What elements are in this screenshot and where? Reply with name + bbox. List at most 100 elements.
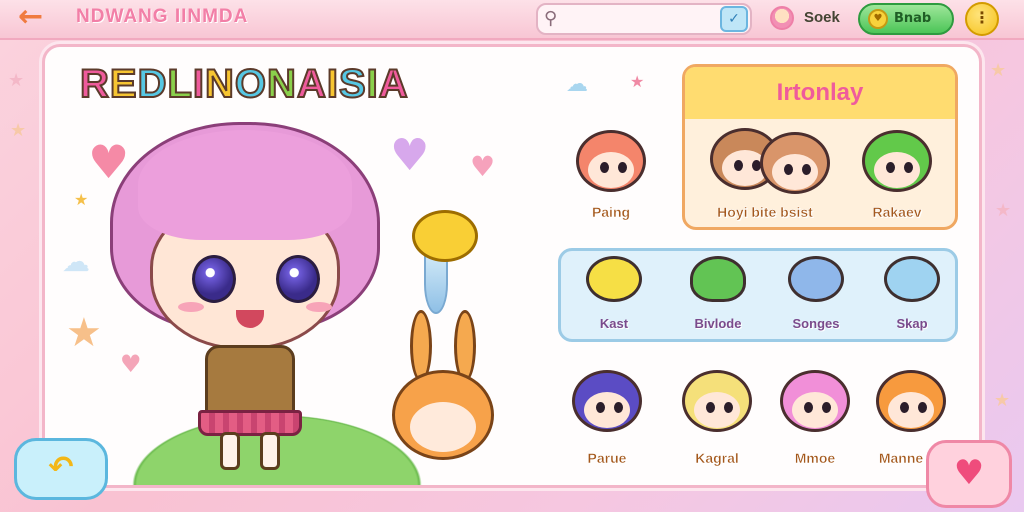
character-label: Rakaev xyxy=(872,204,922,220)
heart-icon: ♥ xyxy=(953,453,985,493)
character-card-paing[interactable] xyxy=(566,122,656,204)
pet-label: Bivlode xyxy=(694,316,742,331)
pet-label: Skap xyxy=(896,316,928,331)
character-card-parue[interactable] xyxy=(562,362,652,444)
character-eye xyxy=(724,402,733,413)
pet-label: Songes xyxy=(792,316,840,331)
character-eye xyxy=(276,255,320,303)
pet-skap[interactable] xyxy=(872,250,952,310)
coin-label: Bnab xyxy=(894,11,932,26)
favorites-card-title: Irtonlay xyxy=(776,79,864,106)
character-face xyxy=(588,152,634,188)
character-eye xyxy=(804,402,813,413)
pet-kast[interactable] xyxy=(574,250,654,310)
character-card-rakaev[interactable] xyxy=(852,122,942,204)
pet-label: Kast xyxy=(599,316,629,331)
character-face xyxy=(874,152,920,188)
ghost-head xyxy=(412,210,478,262)
title-letter: I xyxy=(366,61,379,107)
character-eye xyxy=(822,402,831,413)
character-eye xyxy=(596,402,605,413)
coin-button[interactable]: ♥ Bnab xyxy=(858,3,954,35)
ghost-pet[interactable] xyxy=(412,210,478,320)
character-face xyxy=(792,392,838,428)
character-blush xyxy=(306,302,332,312)
return-button[interactable]: ↶ xyxy=(14,438,108,500)
bunny-pet[interactable] xyxy=(388,310,498,470)
pet-bivlode[interactable] xyxy=(678,250,758,310)
character-label: Hoyi bite bsist xyxy=(717,204,813,220)
cloud-icon: ☁ xyxy=(62,245,90,278)
search-input[interactable] xyxy=(568,8,718,30)
character-face xyxy=(694,392,740,428)
title-letter: I xyxy=(192,61,206,107)
star-icon: ★ xyxy=(10,120,27,141)
character-eye xyxy=(614,402,623,413)
title-letter: N xyxy=(266,61,297,107)
title-letter: S xyxy=(338,61,367,107)
character-label: Kagral xyxy=(695,450,739,466)
star-icon: ★ xyxy=(990,60,1007,81)
character-card-mmoe[interactable] xyxy=(770,362,860,444)
title-letter: E xyxy=(109,61,138,107)
title-letter: L xyxy=(166,61,193,107)
character-eye xyxy=(784,164,793,175)
character-eye xyxy=(600,162,609,173)
avatar xyxy=(770,6,794,30)
app-title: NDWANG IINMDA xyxy=(76,6,249,27)
character-eye xyxy=(886,162,895,173)
character-face xyxy=(888,392,934,428)
pet-body xyxy=(788,256,844,302)
menu-button[interactable]: ⋮ xyxy=(965,2,999,36)
bunny-face xyxy=(410,402,476,452)
heart-icon: ♥ xyxy=(390,130,430,181)
return-arrow-icon: ↶ xyxy=(48,450,74,485)
title-letter: I xyxy=(326,61,339,107)
star-icon: ★ xyxy=(994,390,1011,411)
character-eye xyxy=(900,402,909,413)
coin-icon: ♥ xyxy=(868,9,888,29)
back-arrow-icon[interactable]: ← xyxy=(18,2,58,33)
character-card-kagral[interactable] xyxy=(672,362,762,444)
star-icon: ★ xyxy=(8,70,25,91)
star-icon: ★ xyxy=(74,190,89,209)
ghost-tail xyxy=(424,254,448,314)
character-eye xyxy=(706,402,715,413)
page-title: REDLINONAISIA xyxy=(79,61,409,107)
search-submit-button[interactable]: ✓ xyxy=(720,6,748,32)
character-eye xyxy=(734,160,743,171)
pet-body xyxy=(690,256,746,302)
title-letter: A xyxy=(296,61,327,107)
character-label: Paing xyxy=(591,204,631,220)
character-card-manne[interactable] xyxy=(866,362,956,444)
pet-songes[interactable] xyxy=(776,250,856,310)
star-icon: ★ xyxy=(995,200,1012,221)
character-face xyxy=(584,392,630,428)
search-icon: ⚲ xyxy=(544,8,558,29)
character-eye xyxy=(192,255,236,303)
title-letter: R xyxy=(79,61,110,107)
character-label: Parue xyxy=(587,450,627,466)
top-bar: ← NDWANG IINMDA ⚲ ✓ Soek ♥ Bnab ⋮ xyxy=(0,0,1024,40)
title-letter: A xyxy=(378,61,409,107)
character-eye xyxy=(918,402,927,413)
heart-icon: ♥ xyxy=(470,150,496,183)
favorite-button[interactable]: ♥ xyxy=(926,440,1012,508)
character-eye xyxy=(618,162,627,173)
user-name: Soek xyxy=(804,9,840,26)
character-face xyxy=(772,154,818,190)
star-icon: ★ xyxy=(66,310,102,356)
character-blush xyxy=(178,302,204,312)
character-card-pair-second[interactable] xyxy=(750,124,840,206)
title-letter: D xyxy=(137,61,168,107)
character-eye xyxy=(802,164,811,175)
character-eye xyxy=(904,162,913,173)
title-letter: N xyxy=(204,61,235,107)
character-bangs xyxy=(138,130,352,240)
search-box[interactable]: ⚲ ✓ xyxy=(536,3,752,35)
pet-body xyxy=(586,256,642,302)
pet-body xyxy=(884,256,940,302)
cloud-icon: ☁ xyxy=(566,72,588,97)
title-letter: O xyxy=(234,61,268,107)
star-icon: ★ xyxy=(630,72,645,91)
